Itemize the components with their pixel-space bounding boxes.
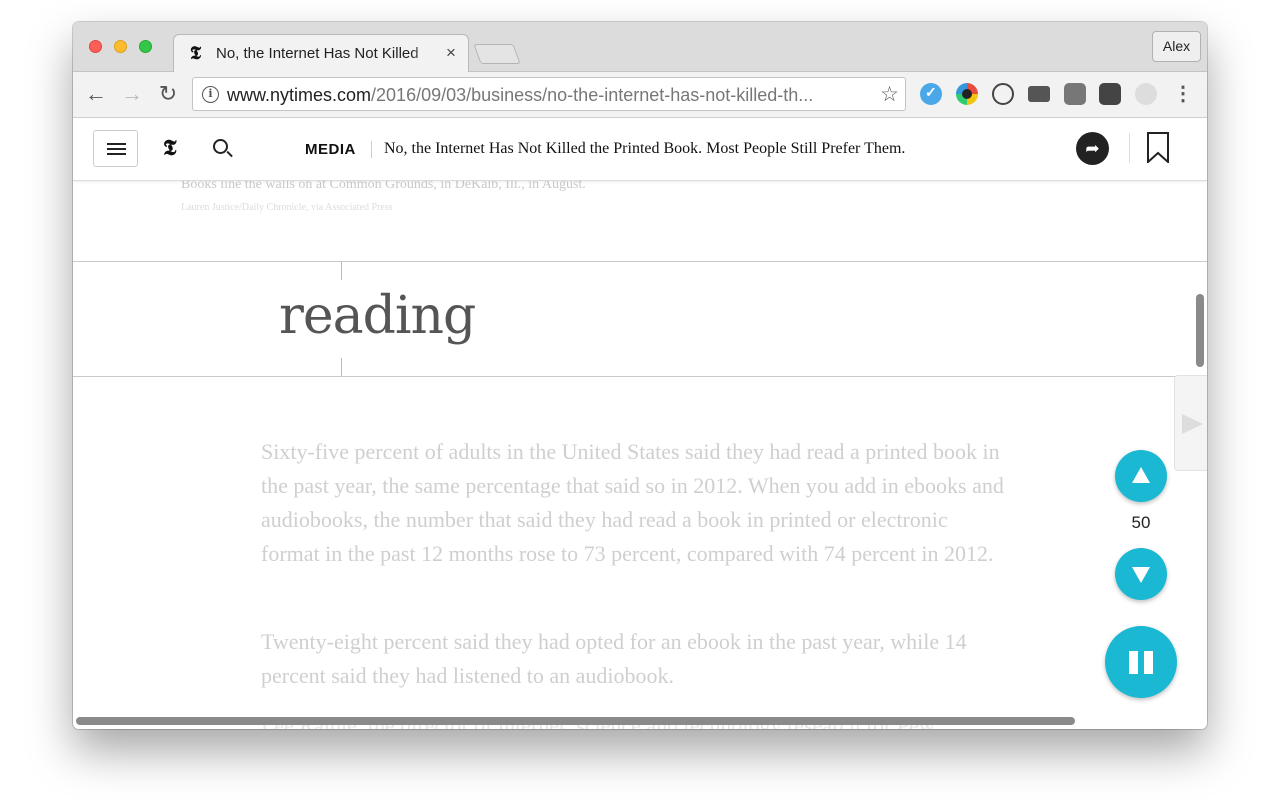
forward-arrow-icon[interactable]: → bbox=[119, 81, 145, 107]
maximize-window-button[interactable] bbox=[139, 40, 152, 53]
reading-speed-value: 50 bbox=[1131, 513, 1151, 532]
divider bbox=[1129, 133, 1130, 163]
minimize-window-button[interactable] bbox=[114, 40, 127, 53]
extension-lightbulb-icon[interactable] bbox=[1099, 83, 1121, 105]
hamburger-icon-line bbox=[107, 148, 126, 150]
tab-title: No, the Internet Has Not Killed bbox=[216, 45, 441, 62]
speed-down-button[interactable] bbox=[1115, 548, 1167, 600]
focus-tick-top bbox=[341, 262, 342, 280]
profile-button[interactable]: Alex bbox=[1152, 31, 1201, 62]
page-viewport: 𝕿 MEDIA No, the Internet Has Not Killed … bbox=[73, 119, 1207, 729]
pause-icon-bar bbox=[1144, 651, 1153, 674]
close-window-button[interactable] bbox=[89, 40, 102, 53]
extension-color-wheel-icon[interactable] bbox=[956, 83, 978, 105]
divider bbox=[371, 141, 372, 158]
extension-link-icon[interactable] bbox=[992, 83, 1014, 105]
vertical-scrollbar-thumb[interactable] bbox=[1196, 294, 1204, 367]
browser-toolbar: ← → ↻ i www.nytimes.com/2016/09/03/busin… bbox=[73, 72, 1207, 118]
browser-tab-active[interactable]: 𝕿 No, the Internet Has Not Killed × bbox=[173, 34, 469, 73]
article-paragraph: Twenty-eight percent said they had opted… bbox=[261, 629, 967, 688]
extension-mail-icon[interactable] bbox=[1028, 86, 1050, 102]
extension-check-icon[interactable] bbox=[920, 83, 942, 105]
article-headline: No, the Internet Has Not Killed the Prin… bbox=[384, 140, 906, 157]
save-bookmark-icon[interactable] bbox=[1147, 132, 1169, 163]
address-bar[interactable]: i www.nytimes.com/2016/09/03/business/no… bbox=[192, 77, 906, 111]
site-info-icon[interactable]: i bbox=[202, 86, 219, 103]
sections-menu-button[interactable] bbox=[93, 130, 138, 167]
pause-icon bbox=[1129, 651, 1138, 674]
search-icon[interactable] bbox=[213, 139, 228, 154]
browser-window: 𝕿 No, the Internet Has Not Killed × Alex… bbox=[73, 22, 1207, 729]
speed-up-button[interactable] bbox=[1115, 450, 1167, 502]
reload-icon[interactable]: ↻ bbox=[155, 81, 181, 107]
bookmark-star-icon[interactable]: ☆ bbox=[880, 82, 899, 107]
url-path: /2016/09/03/business/no-the-internet-has… bbox=[371, 85, 814, 105]
nyt-logo-icon[interactable]: 𝕿 bbox=[163, 135, 177, 161]
section-label[interactable]: MEDIA bbox=[305, 141, 356, 158]
tab-strip: 𝕿 No, the Internet Has Not Killed × Alex bbox=[73, 22, 1207, 73]
browser-menu-icon[interactable]: ⋮ bbox=[1173, 81, 1193, 106]
back-arrow-icon[interactable]: ← bbox=[83, 81, 109, 107]
photo-credit: Lauren Justice/Daily Chronicle, via Asso… bbox=[181, 202, 393, 213]
hamburger-icon bbox=[107, 143, 126, 145]
pause-button[interactable] bbox=[1105, 626, 1177, 698]
hamburger-icon-line bbox=[107, 153, 126, 155]
tab-close-icon[interactable]: × bbox=[446, 43, 456, 63]
nyt-sticky-header: 𝕿 MEDIA No, the Internet Has Not Killed … bbox=[73, 119, 1207, 181]
focus-tick-bottom bbox=[341, 358, 342, 376]
new-tab-button[interactable] bbox=[473, 44, 521, 64]
article-paragraph: Sixty-five percent of adults in the Unit… bbox=[261, 439, 1004, 566]
speed-reader-panel: reading bbox=[73, 261, 1207, 377]
share-icon[interactable]: ➦ bbox=[1076, 132, 1109, 165]
extension-document-icon[interactable] bbox=[1064, 83, 1086, 105]
horizontal-scrollbar-thumb[interactable] bbox=[76, 717, 1075, 725]
next-article-tab[interactable] bbox=[1174, 375, 1207, 471]
current-word: reading bbox=[279, 286, 476, 346]
nyt-favicon-icon: 𝕿 bbox=[190, 43, 202, 64]
extension-leaf-icon[interactable] bbox=[1135, 83, 1157, 105]
url-text[interactable]: www.nytimes.com/2016/09/03/business/no-t… bbox=[227, 85, 872, 106]
url-host: www.nytimes.com bbox=[227, 85, 372, 105]
